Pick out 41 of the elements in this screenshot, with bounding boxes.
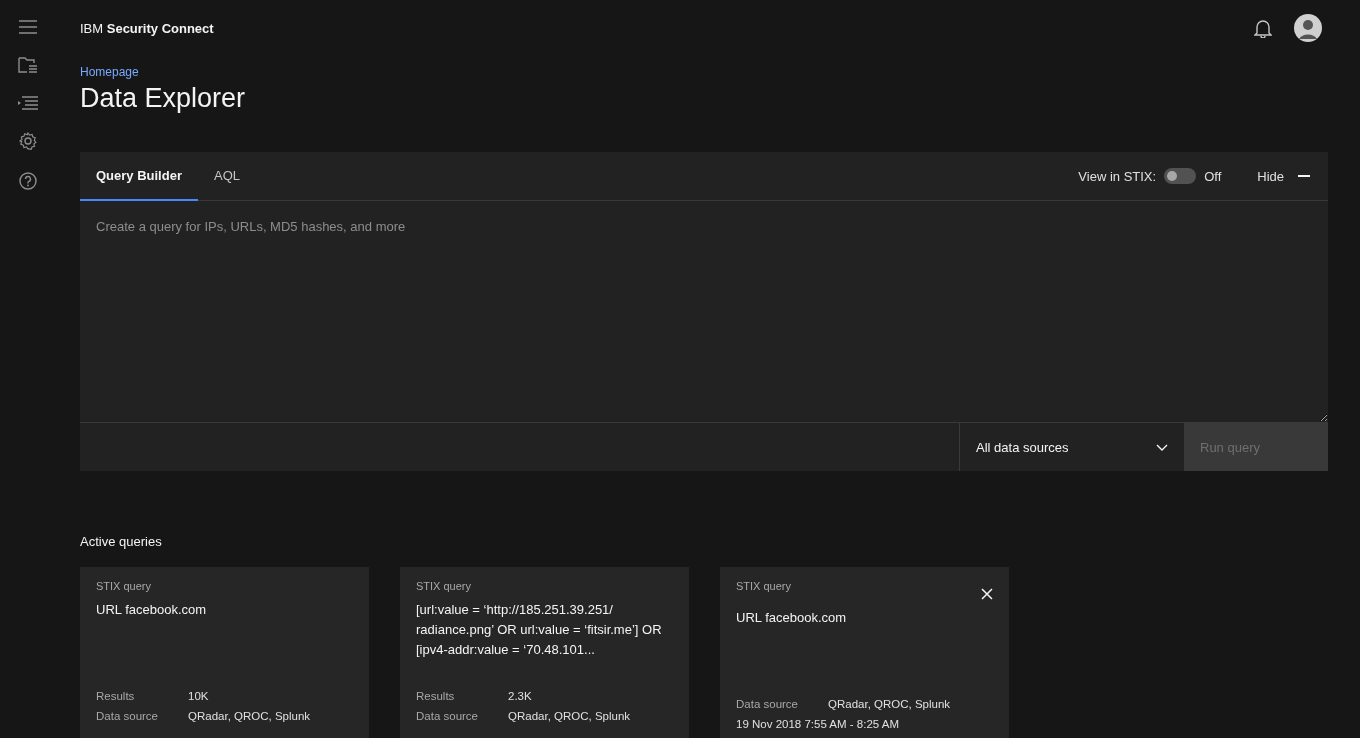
page-title: Data Explorer	[80, 83, 246, 114]
hide-button[interactable]: Hide	[1257, 168, 1310, 184]
field-value: QRadar, QROC, Splunk	[828, 698, 951, 710]
list-icon[interactable]	[18, 96, 38, 110]
folder-list-icon[interactable]	[18, 56, 38, 74]
notification-bell-icon[interactable]	[1254, 18, 1272, 38]
field-label: Results	[416, 690, 456, 702]
time-range: 19 Nov 2018 7:55 AM - 8:25 AM	[736, 718, 901, 730]
toggle-label: View in STIX:	[1078, 168, 1157, 184]
query-text: URL facebook.com	[96, 601, 208, 619]
field-value: QRadar, QROC, Splunk	[188, 710, 311, 722]
toggle-state: Off	[1204, 168, 1222, 184]
toggle-switch[interactable]	[1164, 168, 1197, 184]
query-card[interactable]: STIX query [url:value = ‘http://185.251.39.251/ radiance.png’ OR url:value = ‘fitsir.me’] OR [ipv4-addr:value = ‘70.48.101... Results 2.3K Data source QRadar, QROC, Splunk	[400, 567, 689, 738]
field-value: QRadar, QROC, Splunk	[508, 710, 631, 722]
query-text: [url:value = ‘http://185.251.39.251/ radiance.png’ OR url:value = ‘fitsir.me’] OR [ipv4-addr:value = ‘70.48.101...	[416, 601, 663, 659]
tab[interactable]: AQL	[197, 152, 256, 201]
field-value: 10K	[188, 690, 209, 702]
query-type: STIX query	[416, 580, 472, 592]
field-label: Data source	[736, 698, 799, 710]
field-label: Results	[96, 690, 136, 702]
help-icon[interactable]	[19, 172, 37, 190]
query-card[interactable]: STIX query URL facebook.com Results 10K Data source QRadar, QROC, Splunk	[80, 567, 369, 738]
query-card[interactable]: STIX query URL facebook.com Data source QRadar, QROC, Splunk 19 Nov 2018 7:55 AM - 8:25 AM	[720, 567, 1009, 738]
breadcrumb-link[interactable]: Homepage	[80, 65, 139, 79]
minus-icon	[1298, 175, 1310, 177]
query-type: STIX query	[96, 580, 152, 592]
query-text: URL facebook.com	[736, 609, 848, 627]
brand-name: IBM Security Connect	[80, 20, 214, 36]
query-type: STIX query	[736, 580, 792, 592]
settings-icon[interactable]	[19, 132, 37, 150]
section-heading: Active queries	[80, 534, 162, 549]
query-input-field[interactable]: Create a query for IPs, URLs, MD5 hashes, and more	[80, 201, 1328, 423]
chevron-down-icon	[1156, 443, 1168, 451]
menu-icon[interactable]	[19, 20, 37, 34]
close-button[interactable]	[981, 588, 993, 600]
avatar-icon[interactable]	[1294, 14, 1322, 42]
field-label: Data source	[96, 710, 159, 722]
field-value: 2.3K	[508, 690, 532, 702]
field-label: Data source	[416, 710, 479, 722]
data-source-dropdown[interactable]: All data sources	[959, 423, 1184, 471]
